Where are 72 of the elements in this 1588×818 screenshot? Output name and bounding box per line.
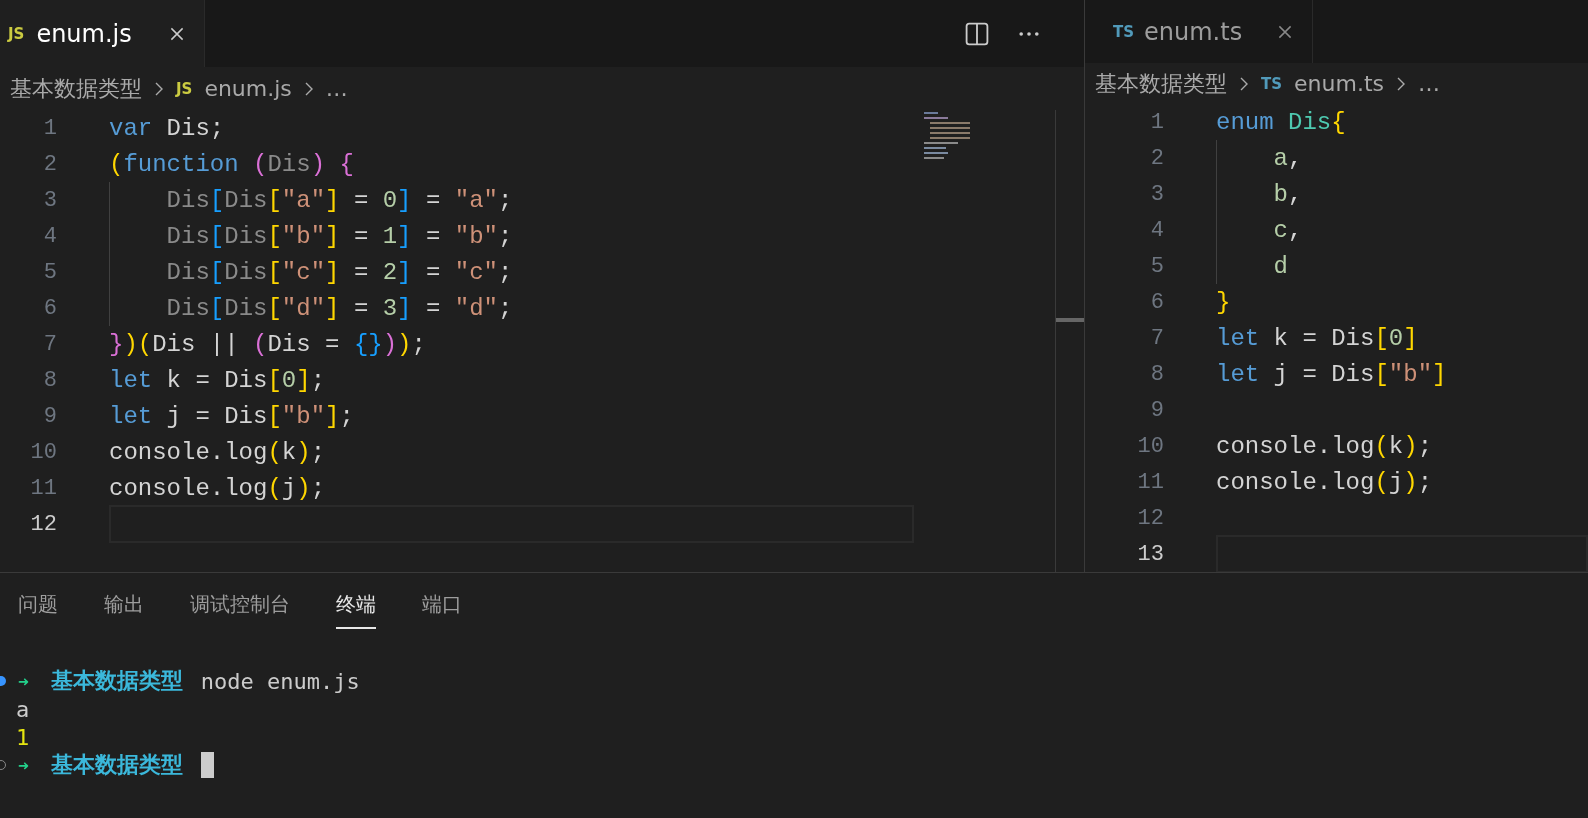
line-number: 6	[1149, 289, 1164, 315]
line-number: 2	[1149, 145, 1164, 171]
code-line: })(Dis || (Dis = {}));	[109, 330, 426, 358]
line-number: 7	[1149, 325, 1164, 351]
code-line: console.log(j);	[1216, 468, 1433, 496]
line-number: 2	[42, 151, 57, 177]
code-line: var Dis;	[109, 114, 225, 142]
line-number: 11	[1136, 469, 1164, 495]
code-line: Dis[Dis["d"] = 3] = "d";	[165, 294, 513, 322]
code-line: Dis[Dis["c"] = 2] = "c";	[165, 258, 513, 286]
line-number: 1	[1149, 109, 1164, 135]
panel-tab[interactable]: 问题	[18, 591, 58, 629]
prompt-directory: 基本数据类型	[50, 751, 183, 779]
split-editor-icon[interactable]	[964, 20, 990, 47]
code-line: console.log(k);	[1216, 432, 1433, 460]
code-line: c,	[1272, 216, 1303, 244]
line-number: 11	[29, 475, 57, 501]
terminal-output: a	[16, 696, 30, 722]
code-line: console.log(k);	[109, 438, 326, 466]
breadcrumb-file[interactable]: enum.ts	[1294, 71, 1384, 97]
file-type-icon: JS	[176, 79, 193, 98]
breadcrumb-more[interactable]: …	[1418, 71, 1440, 97]
terminal-output: 1	[16, 724, 30, 750]
code-line: a,	[1272, 144, 1303, 172]
line-number: 7	[42, 331, 57, 357]
panel-tab[interactable]: 端口	[422, 591, 462, 629]
panel-tab[interactable]: 终端	[336, 591, 376, 629]
code-line: (function (Dis) {	[109, 150, 354, 178]
line-number: 4	[42, 223, 57, 249]
editor-tab[interactable]: JS enum.js	[0, 0, 205, 67]
breadcrumb-folder[interactable]: 基本数据类型	[10, 73, 142, 104]
line-number: 5	[1149, 253, 1164, 279]
line-number: 12	[29, 511, 57, 537]
line-number: 3	[42, 187, 57, 213]
code-line: let j = Dis["b"];	[109, 402, 354, 430]
line-number: 3	[1149, 181, 1164, 207]
breadcrumb-more[interactable]: …	[325, 76, 348, 101]
line-number: 6	[42, 295, 57, 321]
line-number: 10	[29, 439, 57, 465]
line-number: 5	[42, 259, 57, 285]
breadcrumb-folder[interactable]: 基本数据类型	[1095, 68, 1227, 99]
code-line: console.log(j);	[109, 474, 326, 502]
line-number: 8	[42, 367, 57, 393]
code-line: d	[1272, 252, 1288, 280]
code-line: Dis[Dis["a"] = 0] = "a";	[165, 186, 513, 214]
line-number: 8	[1149, 361, 1164, 387]
line-number: 12	[1136, 505, 1164, 531]
scrollbar[interactable]	[1055, 110, 1084, 572]
breadcrumb-file[interactable]: enum.js	[204, 76, 292, 101]
code-line: let k = Dis[0];	[109, 366, 326, 394]
code-line: let j = Dis["b"]	[1216, 360, 1447, 388]
code-line: let k = Dis[0]	[1216, 324, 1418, 352]
line-number: 9	[1149, 397, 1164, 423]
prompt-arrow: ➜	[18, 670, 29, 692]
prompt-directory: 基本数据类型	[50, 667, 183, 695]
file-type-icon: JS	[8, 24, 25, 43]
line-number: 1	[42, 115, 57, 141]
code-line: enum Dis{	[1216, 108, 1346, 136]
terminal-command: node enum.js	[200, 668, 360, 694]
code-line: b,	[1272, 180, 1303, 208]
line-number: 13	[1136, 541, 1164, 567]
panel-tab[interactable]: 输出	[104, 591, 144, 629]
scrollbar-thumb[interactable]	[1056, 318, 1084, 322]
code-line: Dis[Dis["b"] = 1] = "b";	[165, 222, 513, 250]
prompt-arrow: ➜	[18, 754, 29, 776]
file-type-icon: TS	[1261, 74, 1283, 93]
line-number: 4	[1149, 217, 1164, 243]
code-line: }	[1216, 288, 1231, 316]
panel-tab[interactable]: 调试控制台	[190, 591, 290, 629]
line-number: 10	[1136, 433, 1164, 459]
file-type-icon: TS	[1113, 22, 1135, 41]
line-number: 9	[42, 403, 57, 429]
